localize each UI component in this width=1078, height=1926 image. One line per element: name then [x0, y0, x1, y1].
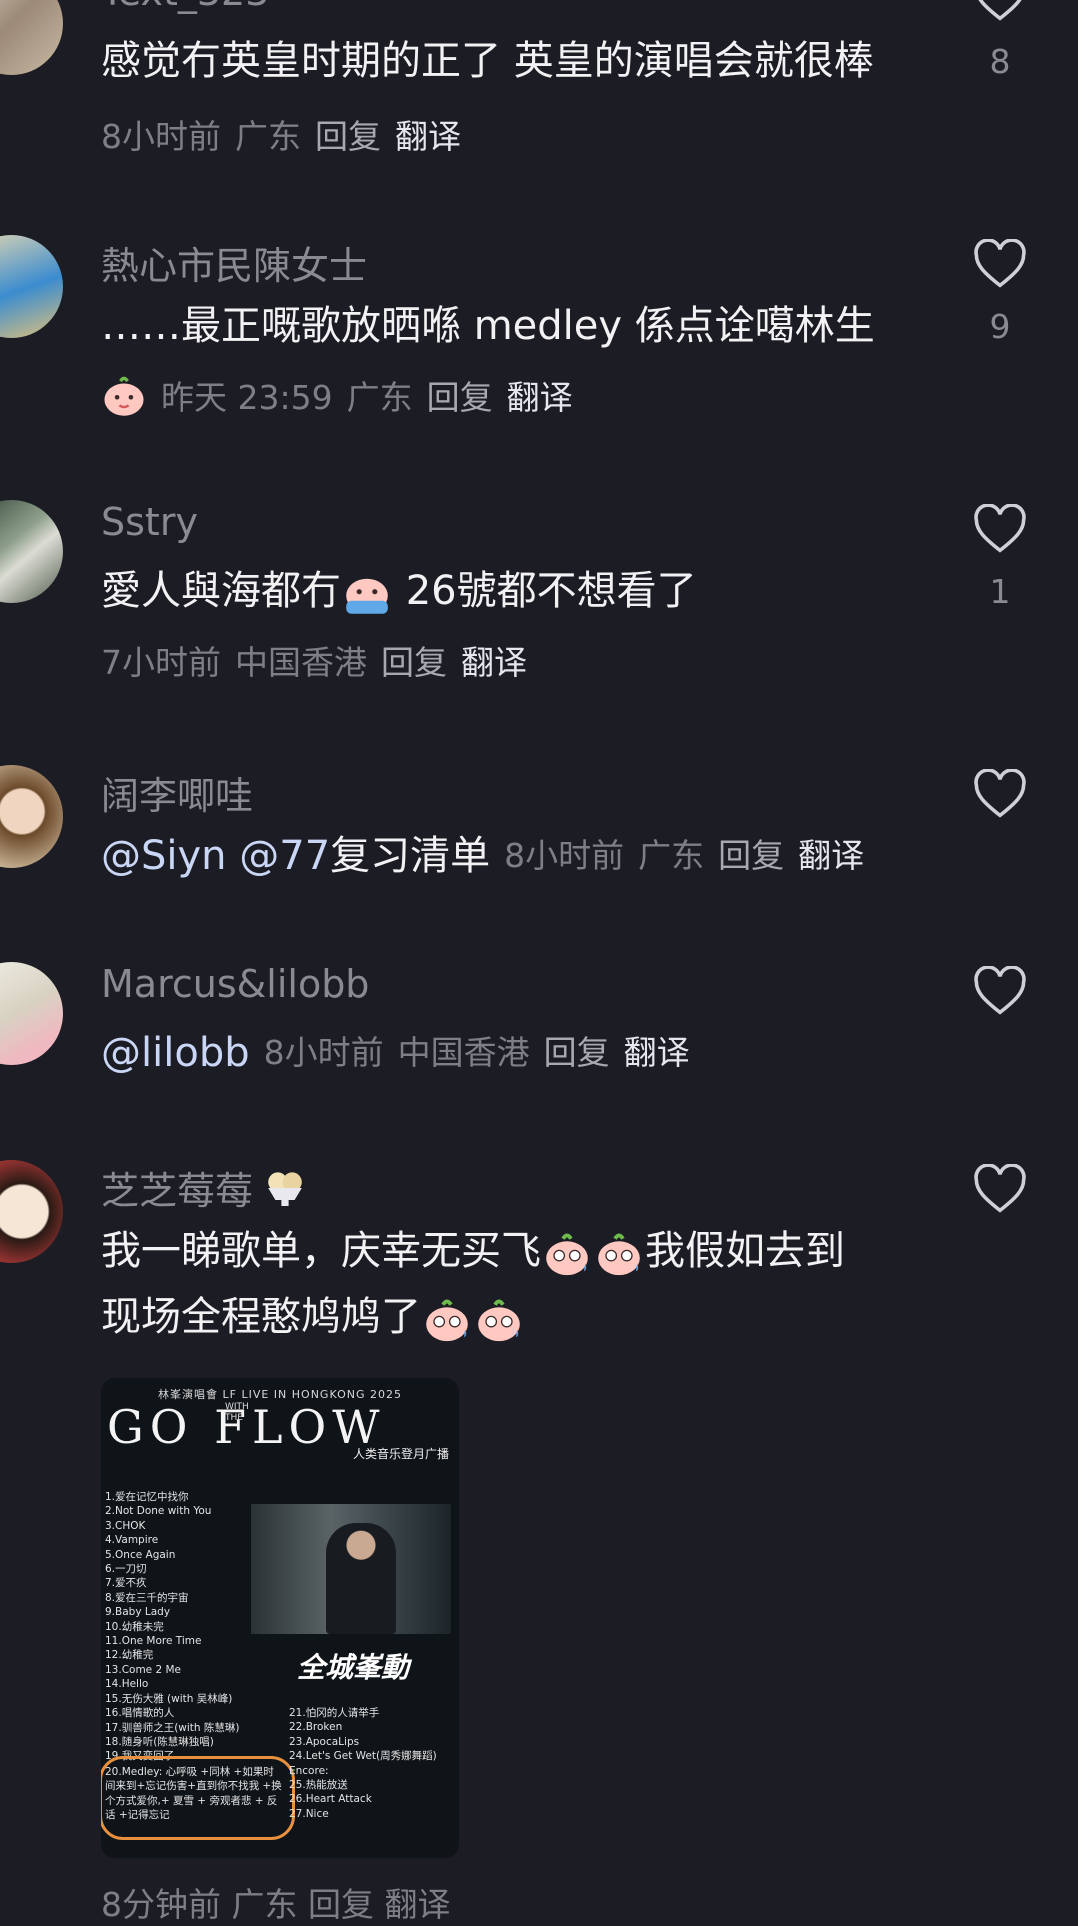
avatar[interactable]	[0, 765, 63, 868]
poster-slogan: 全城峯動	[297, 1651, 410, 1684]
sweating-emoji-icon	[598, 1233, 640, 1276]
avatar[interactable]	[0, 500, 63, 603]
translate-button[interactable]: 翻译	[798, 823, 864, 889]
comment-username[interactable]: Sstry	[101, 500, 198, 544]
comment-location: 广东	[346, 378, 413, 417]
heart-icon[interactable]	[973, 504, 1027, 554]
comment-meta: 8小时前 广东 回复 翻译	[504, 823, 864, 889]
comment-username[interactable]: 阔李唧哇	[101, 765, 253, 820]
comment-text: 愛人與海都冇 26號都不想看了	[101, 558, 697, 624]
translate-button[interactable]: 翻译	[507, 371, 573, 419]
comment-time: 8小时前	[101, 117, 221, 156]
sweating-emoji-icon	[478, 1299, 520, 1342]
comment-time: 昨天 23:59	[161, 378, 333, 417]
comment-text-part: 复习清单	[330, 833, 491, 879]
comment-meta: 8小时前 中国香港 回复 翻译	[264, 1020, 690, 1086]
sweating-emoji-icon	[546, 1233, 588, 1276]
avatar[interactable]	[0, 0, 63, 75]
poster-person	[326, 1523, 396, 1634]
heart-icon[interactable]	[973, 1164, 1027, 1214]
comment-meta: 8分钟前 广东 回复 翻译	[101, 1885, 451, 1924]
crying-emoji-icon	[346, 578, 388, 614]
comment-text: 我一睇歌单，庆幸无买飞 我假如去到	[101, 1218, 845, 1284]
comment-meta: 昨天 23:59 广东 回复 翻译	[101, 371, 573, 419]
avatar[interactable]	[0, 962, 63, 1065]
reply-button[interactable]: 回复	[718, 823, 784, 889]
like-count: 1	[989, 572, 1011, 611]
comment-text: ……最正嘅歌放晒喺 medley 係点诠噶林生	[101, 303, 875, 349]
comment-time: 7小时前	[101, 643, 221, 682]
translate-button[interactable]: 翻译	[461, 636, 527, 684]
comment-text-part: 我假如去到	[645, 1228, 845, 1274]
comment-meta: 7小时前 中国香港 回复 翻译	[101, 636, 527, 684]
peach-badge-icon	[104, 376, 144, 416]
avatar[interactable]	[0, 1160, 63, 1263]
comment-text: @lilobb 8小时前 中国香港 回复 翻译	[101, 1020, 690, 1086]
reply-button[interactable]: 回复	[427, 371, 493, 419]
heart-icon[interactable]	[973, 239, 1027, 289]
setlist-left: 1.爱在记忆中找你 2.Not Done with You 3.CHOK 4.V…	[105, 1491, 240, 1763]
comment-username[interactable]: Marcus&lilobb	[101, 962, 369, 1006]
comment-location: 中国香港	[235, 643, 367, 682]
translate-button[interactable]: 翻译	[395, 110, 461, 158]
comment-meta: 8小时前 广东 回复 翻译	[101, 110, 461, 158]
comment-username[interactable]: Text_323	[101, 0, 269, 14]
heart-icon[interactable]	[973, 966, 1027, 1016]
handdrawn-circle	[101, 1756, 295, 1840]
comment-text-part: 26號都不想看了	[393, 568, 697, 614]
comment-username[interactable]: 芝芝莓莓	[101, 1160, 309, 1215]
poster-title-with: WITH THE	[225, 1402, 249, 1423]
comment-text-line2: 现场全程憨鸠鸠了	[101, 1284, 525, 1350]
comment-text-part: 愛人與海都冇	[101, 568, 341, 614]
reply-button[interactable]: 回复	[315, 110, 381, 158]
mention-link[interactable]: @Siyn @77	[101, 823, 330, 889]
like-count: 8	[989, 42, 1011, 81]
comment-text: @Siyn @77 复习清单 8小时前 广东 回复 翻译	[101, 823, 864, 889]
comment-username-text: 芝芝莓莓	[101, 1169, 254, 1213]
translate-button[interactable]: 翻译	[624, 1020, 690, 1086]
reply-button[interactable]: 回复	[544, 1020, 610, 1086]
heart-icon[interactable]	[973, 0, 1027, 22]
avatar[interactable]	[0, 235, 63, 338]
like-count: 9	[989, 307, 1011, 346]
setlist-right: 21.怕冈的人请举手 22.Broken 23.ApocaLips 24.Let…	[289, 1707, 437, 1820]
setlist-poster-image[interactable]: 林峯演唱會 LF LIVE IN HONGKONG 2025 GO FLOW W…	[101, 1378, 459, 1858]
heart-icon[interactable]	[973, 769, 1027, 819]
comment-location: 广东	[235, 117, 301, 156]
comment-time: 8小时前	[504, 836, 625, 875]
reply-button[interactable]: 回复	[381, 636, 447, 684]
comment-text: 感觉冇英皇时期的正了 英皇的演唱会就很棒	[101, 38, 874, 84]
sweating-emoji-icon	[426, 1299, 468, 1342]
comment-username[interactable]: 熱心市民陳女士	[101, 235, 367, 290]
comment-text-part: 我一睇歌单，庆幸无买飞	[101, 1228, 541, 1274]
comment-location: 中国香港	[397, 1033, 530, 1072]
ice-cream-icon	[268, 1171, 302, 1206]
comment-time: 8小时前	[263, 1033, 384, 1072]
comment-text-part: 现场全程憨鸠鸠了	[101, 1294, 421, 1340]
mention-link[interactable]: @lilobb	[101, 1020, 250, 1086]
comment-location: 广东	[638, 836, 705, 875]
poster-brand: 人类音乐登月广播	[352, 1447, 449, 1461]
